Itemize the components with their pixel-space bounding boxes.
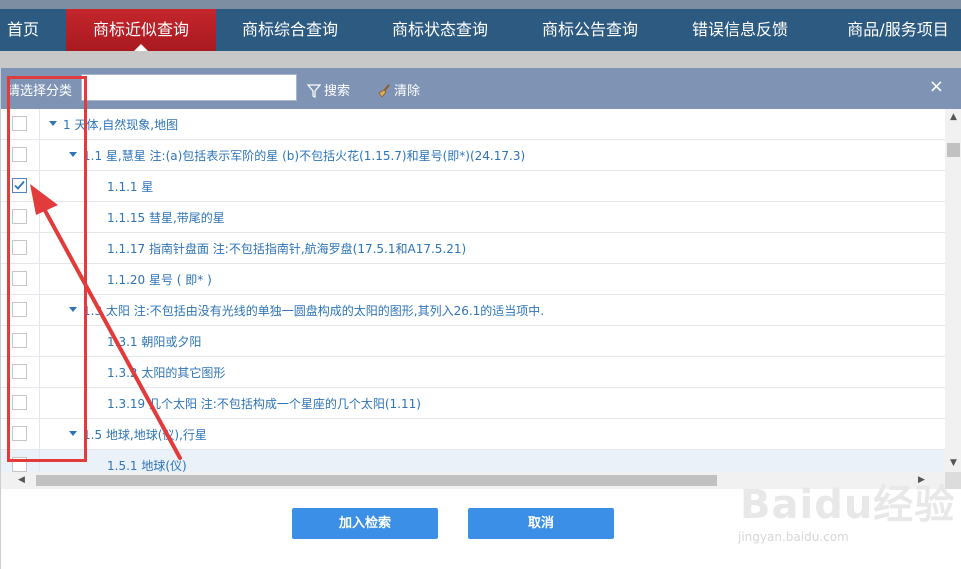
nav-item-label: 商标状态查询 — [391, 20, 488, 39]
nav-item-label: 商标综合查询 — [241, 20, 338, 39]
nav-item-error-feedback[interactable]: 错误信息反馈 — [680, 9, 800, 51]
search-button-label: 搜索 — [324, 84, 351, 99]
nav-item-label: 首页 — [6, 20, 39, 39]
nav-item-similar-search[interactable]: 商标近似查询 — [66, 9, 216, 51]
filter-icon — [306, 84, 322, 98]
tree-row-label[interactable]: 1.1.1 星 — [107, 178, 153, 195]
nav-item-home[interactable]: 首页 — [0, 9, 46, 51]
tree-row[interactable]: 1.1.15 彗星,带尾的星 — [1, 202, 945, 233]
cancel-button[interactable]: 取消 — [468, 508, 614, 539]
tree-row[interactable]: 1.3 太阳 注:不包括由没有光线的单独一圆盘构成的太阳的图形,其列入26.1的… — [1, 295, 945, 326]
watermark-url: jingyan.baidu.com — [738, 530, 849, 544]
tree-row[interactable]: 1.1.1 星 — [1, 171, 945, 202]
dialog-toolbar: 请选择分类 搜索 清除 × — [1, 68, 961, 109]
nav-item-status-search[interactable]: 商标状态查询 — [380, 9, 500, 51]
tree-row-label[interactable]: 1.1.20 星号 ( 即* ) — [107, 271, 212, 288]
nav-item-label: 商品/服务项目 — [847, 20, 949, 39]
watermark-brand: Baidu经验 — [740, 482, 956, 528]
annotation-highlight-box — [7, 76, 87, 462]
clear-button[interactable]: 清除 — [377, 80, 420, 99]
clear-button-label: 清除 — [394, 84, 421, 99]
tree-row-label[interactable]: 1.3 太阳 注:不包括由没有光线的单独一圆盘构成的太阳的图形,其列入26.1的… — [83, 302, 544, 319]
nav-item-label: 错误信息反馈 — [691, 20, 788, 39]
tree-row-label[interactable]: 1.1 星,慧星 注:(a)包括表示军阶的星 (b)不包括火花(1.15.7)和… — [83, 147, 525, 164]
scroll-up-icon[interactable]: ▲ — [945, 109, 961, 126]
tree-row[interactable]: 1.3.19 几个太阳 注:不包括构成一个星座的几个太阳(1.11) — [1, 388, 945, 419]
close-icon[interactable]: × — [929, 76, 944, 97]
nav-item-goods-services[interactable]: 商品/服务项目 — [835, 9, 961, 51]
horizontal-scroll-thumb[interactable] — [36, 475, 717, 486]
broom-icon — [378, 84, 390, 98]
tree-row-label[interactable]: 1.3.1 朝阳或夕阳 — [107, 333, 201, 350]
tree-row-label[interactable]: 1.5.1 地球(仪) — [107, 457, 187, 472]
vertical-scroll-thumb[interactable] — [947, 143, 960, 157]
tree-row-label[interactable]: 1.5 地球,地球(仪),行星 — [83, 426, 207, 443]
add-to-search-button[interactable]: 加入检索 — [292, 508, 438, 539]
tree-row[interactable]: 1.1 星,慧星 注:(a)包括表示军阶的星 (b)不包括火花(1.15.7)和… — [1, 140, 945, 171]
category-tree: 1 天体,自然现象,地图 1.1 星,慧星 注:(a)包括表示军阶的星 (b)不… — [1, 109, 945, 472]
active-indicator — [134, 44, 148, 51]
category-search-input[interactable] — [81, 74, 297, 101]
tree-row-label[interactable]: 1.1.17 指南针盘面 注:不包括指南针,航海罗盘(17.5.1和A17.5.… — [107, 240, 466, 257]
tree-row[interactable]: 1.1.20 星号 ( 即* ) — [1, 264, 945, 295]
tree-row[interactable]: 1.1.17 指南针盘面 注:不包括指南针,航海罗盘(17.5.1和A17.5.… — [1, 233, 945, 264]
nav-item-label: 商标公告查询 — [541, 20, 638, 39]
tree-row[interactable]: 1.3.1 朝阳或夕阳 — [1, 326, 945, 357]
top-strip — [0, 0, 961, 9]
nav-item-label: 商标近似查询 — [92, 20, 189, 39]
tree-row-label[interactable]: 1.3.2 太阳的其它图形 — [107, 364, 225, 381]
tree-row-label[interactable]: 1.3.19 几个太阳 注:不包括构成一个星座的几个太阳(1.11) — [107, 395, 421, 412]
watermark: Baidu经验 jingyan.baidu.com — [720, 462, 956, 562]
backdrop-band — [0, 51, 961, 68]
tree-row[interactable]: 1.5 地球,地球(仪),行星 — [1, 419, 945, 450]
vertical-scrollbar[interactable]: ▲ ▼ — [945, 109, 961, 472]
scroll-left-icon[interactable]: ◀ — [13, 472, 30, 489]
nav-item-announcement-search[interactable]: 商标公告查询 — [530, 9, 650, 51]
tree-row[interactable]: 1.3.2 太阳的其它图形 — [1, 357, 945, 388]
tree-row-label[interactable]: 1.1.15 彗星,带尾的星 — [107, 209, 225, 226]
main-nav: 首页 商标近似查询 商标综合查询 商标状态查询 商标公告查询 错误信息反馈 商品… — [0, 9, 961, 51]
tree-row[interactable]: 1 天体,自然现象,地图 — [1, 109, 945, 140]
search-button[interactable]: 搜索 — [306, 80, 351, 99]
nav-item-comprehensive-search[interactable]: 商标综合查询 — [230, 9, 350, 51]
